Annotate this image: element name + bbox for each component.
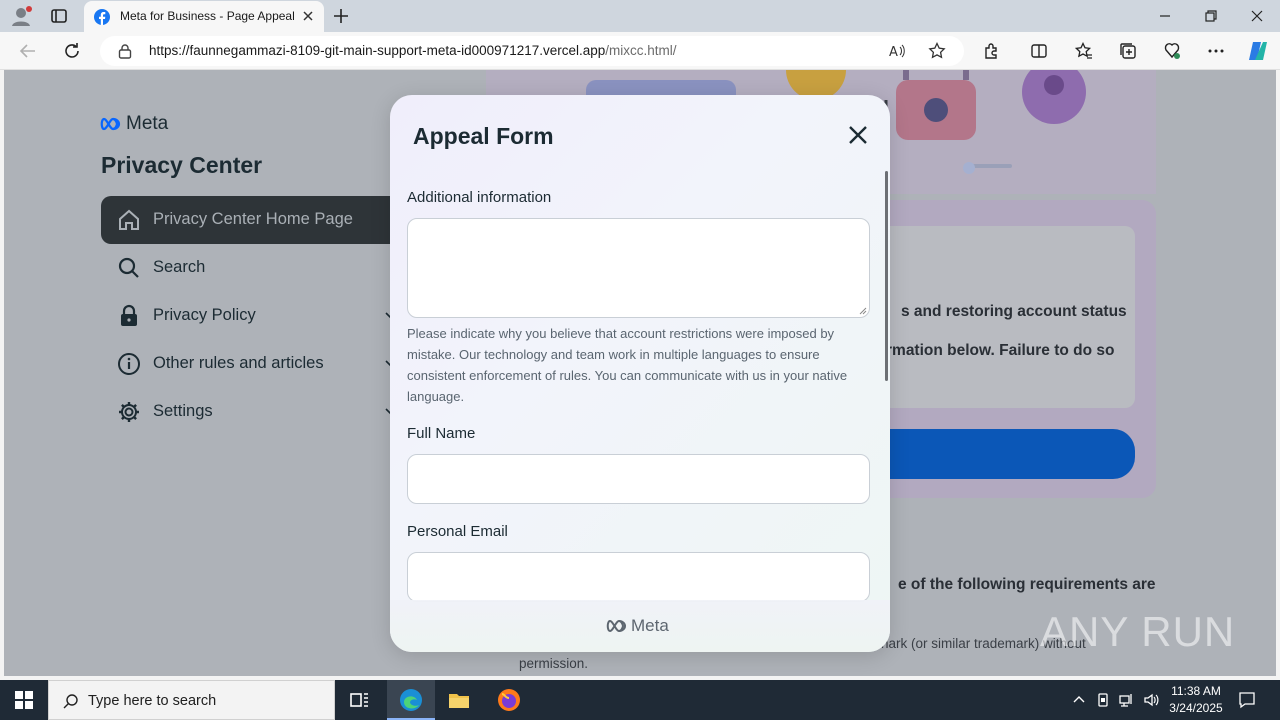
meta-footer-logo: Meta	[606, 616, 669, 636]
collections-icon[interactable]	[1119, 42, 1137, 60]
clock-date: 3/24/2025	[1169, 701, 1223, 715]
taskbar-edge[interactable]	[387, 680, 435, 720]
browser-tab-bar: Meta for Business - Page Appeal	[0, 0, 1280, 32]
more-options-icon[interactable]	[1207, 42, 1225, 60]
sidebar-item-label: Settings	[153, 402, 213, 420]
read-aloud-icon[interactable]: A	[888, 42, 906, 60]
background-text: s and restoring account status	[901, 303, 1127, 320]
close-icon[interactable]	[844, 121, 872, 149]
tab-close-icon[interactable]	[302, 10, 314, 22]
url-text[interactable]: https://faunnegammazi-8109-git-main-supp…	[149, 43, 677, 58]
search-icon	[63, 694, 78, 709]
svg-text:A: A	[889, 45, 898, 60]
background-text: e of the following requirements are	[898, 576, 1156, 593]
network-icon[interactable]	[1119, 692, 1135, 708]
sidebar-item-privacy-policy[interactable]: Privacy Policy	[101, 292, 401, 340]
clock-time: 11:38 AM	[1171, 684, 1221, 698]
back-icon[interactable]	[19, 42, 37, 60]
appeal-form-modal: Appeal Form Additional information Pleas…	[390, 95, 890, 652]
sidebar-item-label: Privacy Center Home Page	[153, 210, 353, 228]
privacy-center-title: Privacy Center	[101, 152, 263, 178]
meta-footer-text: Meta	[631, 616, 669, 635]
modal-scrollbar[interactable]	[885, 171, 888, 381]
full-name-label: Full Name	[407, 425, 476, 442]
close-window-icon[interactable]	[1251, 10, 1263, 22]
background-text: permission.	[519, 656, 589, 671]
extensions-icon[interactable]	[982, 42, 1000, 60]
meta-logo-text: Meta	[126, 113, 169, 134]
meta-infinity-icon	[100, 117, 121, 131]
background-text: rmation below. Failure to do so	[886, 342, 1115, 359]
favorite-star-icon[interactable]	[928, 42, 946, 60]
additional-info-label: Additional information	[407, 189, 552, 206]
info-icon	[118, 353, 140, 375]
task-view-button[interactable]	[336, 680, 384, 720]
sidebar-item-search[interactable]: Search	[101, 244, 401, 292]
sidebar-item-home[interactable]: Privacy Center Home Page	[101, 196, 401, 244]
folder-icon	[449, 694, 469, 708]
gear-icon	[119, 402, 139, 422]
new-tab-icon[interactable]	[333, 8, 349, 24]
windows-start-icon[interactable]	[15, 691, 33, 709]
modal-title: Appeal Form	[413, 123, 554, 149]
personal-email-input[interactable]	[407, 552, 870, 602]
minimize-icon[interactable]	[1159, 10, 1171, 22]
taskbar-search-placeholder: Type here to search	[88, 693, 217, 709]
home-icon	[119, 209, 139, 230]
modal-footer: Meta	[390, 600, 890, 652]
anyrun-watermark: ANY RUN	[1040, 608, 1236, 655]
sidebar-item-settings[interactable]: Settings	[101, 388, 401, 436]
tab-actions-icon[interactable]	[50, 7, 68, 25]
tab-title: Meta for Business - Page Appeal	[120, 9, 295, 23]
browser-essentials-icon[interactable]	[1163, 42, 1181, 60]
sidebar-item-label: Search	[153, 258, 206, 276]
lock-icon	[121, 304, 137, 326]
search-icon	[118, 257, 139, 278]
personal-email-label: Personal Email	[407, 523, 508, 540]
tray-device-icon[interactable]	[1095, 692, 1111, 708]
windows-taskbar: Type here to search 11:38 AM 3/24/2025	[0, 680, 1280, 720]
help-text: Please indicate why you believe that acc…	[407, 326, 848, 404]
taskbar-firefox[interactable]	[485, 680, 533, 720]
meta-infinity-icon	[606, 619, 627, 633]
notifications-icon[interactable]	[1238, 691, 1256, 709]
restore-icon[interactable]	[1205, 10, 1217, 22]
split-screen-icon[interactable]	[1030, 42, 1048, 60]
refresh-icon[interactable]	[63, 42, 81, 60]
taskbar-search-box[interactable]: Type here to search	[48, 680, 335, 720]
favorites-icon[interactable]	[1075, 42, 1093, 60]
browser-toolbar: https://faunnegammazi-8109-git-main-supp…	[0, 32, 1280, 70]
browser-tab-active[interactable]: Meta for Business - Page Appeal	[84, 1, 324, 32]
additional-info-textarea[interactable]	[407, 218, 870, 318]
facebook-favicon-icon	[94, 9, 110, 25]
taskbar-file-explorer[interactable]	[435, 680, 483, 720]
sidebar-item-label: Other rules and articles	[153, 354, 324, 372]
system-clock[interactable]: 11:38 AM 3/24/2025	[1164, 683, 1228, 717]
edge-icon	[400, 689, 422, 711]
meta-logo[interactable]: Meta	[100, 113, 168, 135]
sidebar-item-label: Privacy Policy	[153, 306, 256, 324]
firefox-icon	[498, 689, 520, 711]
volume-icon[interactable]	[1143, 692, 1159, 708]
site-lock-icon[interactable]	[118, 43, 132, 59]
address-bar[interactable]: https://faunnegammazi-8109-git-main-supp…	[100, 36, 964, 66]
profile-icon[interactable]	[10, 5, 32, 27]
sidebar-item-other-rules[interactable]: Other rules and articles	[101, 340, 401, 388]
tray-chevron-up-icon[interactable]	[1071, 692, 1087, 708]
full-name-input[interactable]	[407, 454, 870, 504]
copilot-icon[interactable]	[1247, 40, 1269, 62]
task-view-icon	[350, 693, 368, 707]
resize-grip-icon[interactable]	[857, 305, 867, 315]
